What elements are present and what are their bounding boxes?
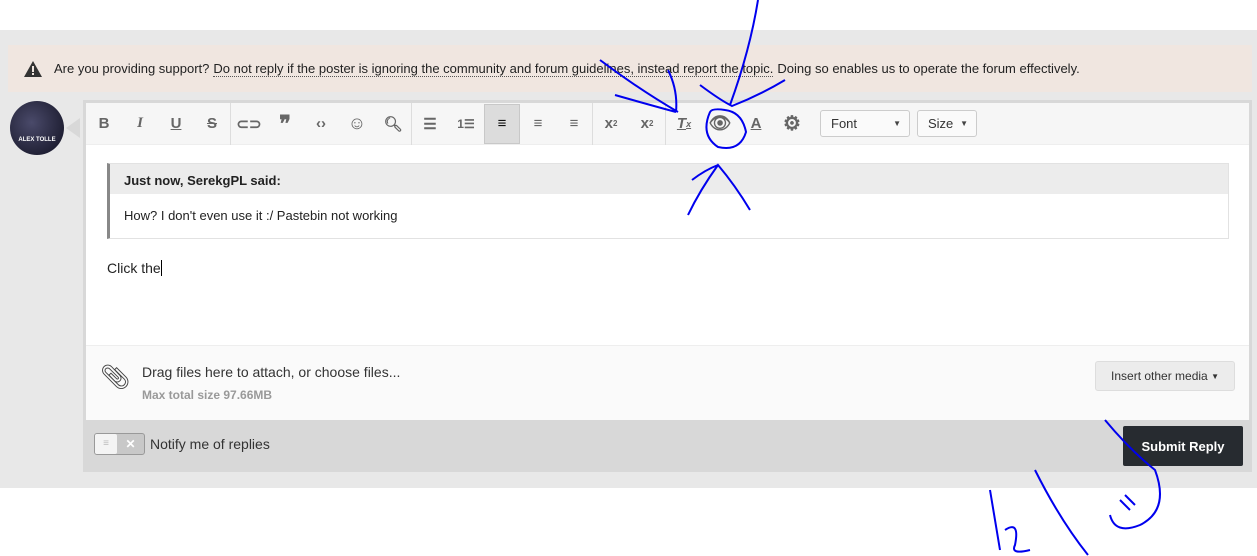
notice-prefix: Are you providing support?	[54, 61, 210, 76]
attach-prompt: Drag files here to attach, or choose fil…	[142, 364, 400, 380]
paperclip-icon: 📎︎	[100, 364, 131, 391]
numbered-list-icon[interactable]: 1☰	[448, 104, 484, 144]
notify-toggle[interactable]: ≡ ✕	[94, 433, 145, 455]
max-size: Max total size 97.66MB	[142, 388, 273, 402]
quote-header: Just now, SerekgPL said:	[110, 164, 1228, 194]
bold-button[interactable]: B	[86, 104, 122, 144]
quote-block: Just now, SerekgPL said: How? I don't ev…	[107, 163, 1229, 239]
settings-gear-icon[interactable]: ⚙	[774, 104, 810, 144]
search-icon[interactable]: 🔍︎	[375, 104, 411, 144]
quote-icon[interactable]: ❞	[267, 104, 303, 144]
avatar-text: ALEX TOLLE	[18, 137, 56, 143]
warning-icon	[24, 60, 42, 77]
align-right-icon[interactable]: ≡	[556, 104, 592, 144]
size-dropdown[interactable]: Size ▼	[917, 110, 977, 137]
italic-button[interactable]: I	[122, 104, 158, 144]
close-icon: ✕	[125, 437, 136, 451]
font-label: Font	[831, 116, 858, 131]
editor-input[interactable]: Click the	[107, 260, 162, 276]
quote-body: How? I don't even use it :/ Pastebin not…	[124, 208, 398, 223]
bullet-list-icon[interactable]: ☰	[412, 104, 448, 144]
font-dropdown[interactable]: Font ▼	[820, 110, 910, 137]
caret-down-icon: ▼	[1211, 371, 1219, 381]
strikethrough-button[interactable]: S	[194, 104, 230, 144]
editor-toolbar: B I U S ⊂⊃ ❞ ‹› ☺ 🔍︎ ☰ 1☰ ≡ ≡ ≡ x2 x2 Tx…	[86, 102, 1249, 145]
guidelines-link[interactable]: Do not reply if the poster is ignoring t…	[213, 61, 774, 77]
insert-media-button[interactable]: Insert other media ▼	[1095, 361, 1235, 391]
avatar-pointer	[66, 118, 80, 138]
text-color-icon[interactable]: A	[738, 104, 774, 144]
text-caret	[160, 260, 162, 276]
insert-media-label: Insert other media	[1111, 369, 1208, 383]
support-notice: Are you providing support? Do not reply …	[8, 45, 1252, 92]
size-label: Size	[928, 116, 954, 131]
avatar[interactable]: ALEX TOLLE	[10, 101, 64, 155]
choose-files-link[interactable]: choose files...	[315, 364, 401, 380]
subscript-icon[interactable]: x2	[629, 104, 665, 144]
code-icon[interactable]: ‹›	[303, 104, 339, 144]
attachment-area[interactable]: 📎︎ Drag files here to attach, or choose …	[86, 345, 1249, 420]
link-icon[interactable]: ⊂⊃	[231, 104, 267, 144]
editor-text: Click the	[107, 260, 161, 276]
emoji-icon[interactable]: ☺	[339, 104, 375, 144]
align-center-icon[interactable]: ≡	[520, 104, 556, 144]
remove-format-icon[interactable]: Tx	[666, 104, 702, 144]
notify-label: Notify me of replies	[150, 436, 270, 452]
underline-button[interactable]: U	[158, 104, 194, 144]
superscript-icon[interactable]: x2	[593, 104, 629, 144]
preview-eye-icon[interactable]: 👁︎	[702, 104, 738, 144]
chevron-down-icon: ▼	[960, 119, 968, 128]
reply-footer: ≡ ✕ Notify me of replies Submit Reply	[83, 420, 1252, 472]
attach-prompt-text: Drag files here to attach, or	[142, 364, 315, 380]
chevron-down-icon: ▼	[893, 119, 901, 128]
toggle-knob: ≡	[95, 434, 117, 454]
submit-reply-button[interactable]: Submit Reply	[1123, 426, 1243, 466]
align-left-icon[interactable]: ≡	[484, 103, 520, 144]
notice-suffix: Doing so enables us to operate the forum…	[777, 61, 1080, 76]
reply-editor: B I U S ⊂⊃ ❞ ‹› ☺ 🔍︎ ☰ 1☰ ≡ ≡ ≡ x2 x2 Tx…	[83, 100, 1252, 420]
